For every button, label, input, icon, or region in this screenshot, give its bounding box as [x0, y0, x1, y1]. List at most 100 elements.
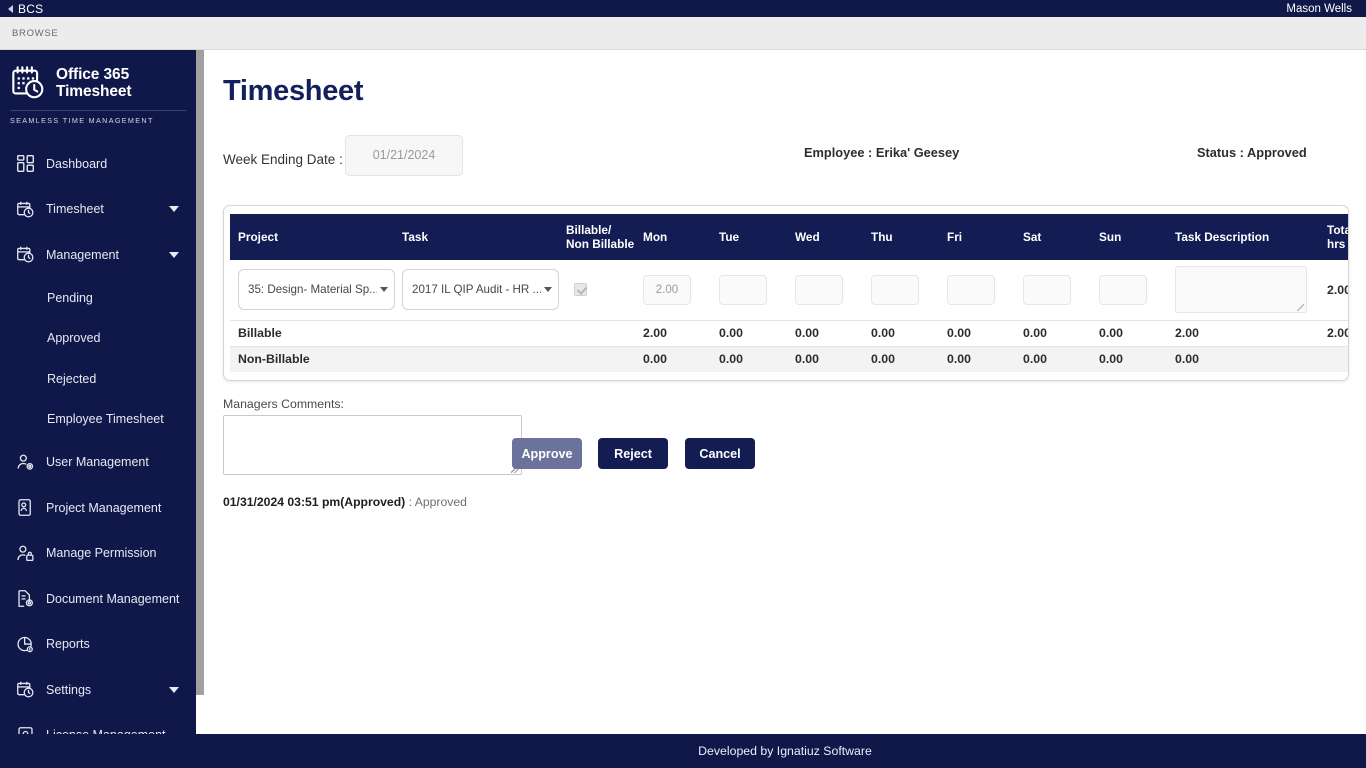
- task-select[interactable]: 2017 IL QIP Audit - HR ...: [402, 269, 559, 310]
- cell-summary-fri: 0.00: [939, 346, 1015, 372]
- cell-summary-thu: 0.00: [863, 346, 939, 372]
- managers-comments-textarea[interactable]: [223, 415, 522, 475]
- sidebar-item-label: Management: [46, 248, 119, 262]
- suite-title[interactable]: BCS: [18, 2, 43, 16]
- footer: Developed by Ignatiuz Software: [204, 734, 1366, 768]
- chevron-down-icon: [380, 287, 388, 292]
- current-user-label[interactable]: Mason Wells: [1286, 3, 1358, 15]
- table-row-nonbillable-summary: Non-Billable 0.00 0.00 0.00 0.00 0.00 0.…: [230, 346, 1349, 372]
- project-select[interactable]: 35: Design- Material Sp...: [238, 269, 395, 310]
- cell-summary-tue: 0.00: [711, 320, 787, 346]
- cell-wed: [787, 260, 863, 320]
- sidebar-item-label: Rejected: [47, 372, 96, 386]
- cell-summary-total: [1319, 346, 1349, 372]
- th-task: Task: [394, 214, 558, 260]
- chevron-down-icon[interactable]: [169, 687, 179, 693]
- cell-summary-sat: 0.00: [1015, 320, 1091, 346]
- sidebar-item-label: Manage Permission: [46, 546, 156, 560]
- cell-summary-mon: 0.00: [635, 346, 711, 372]
- sidebar-item-manage-permission[interactable]: Manage Permission: [0, 531, 204, 577]
- app-logo-line1: Office 365: [56, 66, 129, 83]
- app-logo-line2: Timesheet: [56, 83, 132, 100]
- sidebar-scrollbar-track[interactable]: [196, 50, 204, 768]
- approve-button[interactable]: Approve: [512, 438, 582, 469]
- calendar-clock-icon: [14, 198, 36, 220]
- week-ending-date-input[interactable]: 01/21/2024: [345, 135, 463, 176]
- th-thu: Thu: [863, 214, 939, 260]
- cell-sun: [1091, 260, 1167, 320]
- sidebar-item-reports[interactable]: Reports: [0, 622, 204, 668]
- reject-button[interactable]: Reject: [598, 438, 668, 469]
- th-tue: Tue: [711, 214, 787, 260]
- th-sat: Sat: [1015, 214, 1091, 260]
- cell-row-total: 2.00: [1319, 260, 1349, 320]
- cell-project: 35: Design- Material Sp...: [230, 260, 394, 320]
- chevron-down-icon[interactable]: [169, 252, 179, 258]
- hours-input-thu[interactable]: [871, 275, 919, 305]
- cell-summary-task: [394, 320, 558, 346]
- audit-history-line: 01/31/2024 03:51 pm(Approved) : Approved: [223, 495, 467, 509]
- sidebar-item-project-management[interactable]: Project Management: [0, 485, 204, 531]
- app-logo-text: Office 365 Timesheet: [56, 66, 132, 100]
- cell-summary-mon: 2.00: [635, 320, 711, 346]
- sidebar-item-settings[interactable]: Settings: [0, 667, 204, 713]
- hours-input-sat[interactable]: [1023, 275, 1071, 305]
- cell-summary-sat: 0.00: [1015, 346, 1091, 372]
- sidebar-item-dashboard[interactable]: Dashboard: [0, 141, 204, 187]
- hours-input-mon[interactable]: 2.00: [643, 275, 691, 305]
- timesheet-table-head: Project Task Billable/ Non Billable Mon …: [230, 214, 1349, 260]
- hours-input-sun[interactable]: [1099, 275, 1147, 305]
- chevron-down-icon[interactable]: [169, 206, 179, 212]
- sidebar-item-label: Reports: [46, 637, 90, 651]
- sidebar: Office 365 Timesheet SEAMLESS TIME MANAG…: [0, 50, 204, 768]
- page-title: Timesheet: [223, 75, 363, 108]
- sidebar-item-approved[interactable]: Approved: [0, 318, 204, 359]
- tab-browse[interactable]: BROWSE: [0, 28, 58, 39]
- cell-summary-label: Non-Billable: [230, 346, 394, 372]
- app-logo-top: Office 365 Timesheet: [10, 64, 196, 102]
- cell-summary-sun: 0.00: [1091, 320, 1167, 346]
- cell-summary-tue: 0.00: [711, 346, 787, 372]
- sidebar-item-label: Approved: [47, 331, 101, 345]
- cell-sat: [1015, 260, 1091, 320]
- sidebar-item-pending[interactable]: Pending: [0, 278, 204, 319]
- th-fri: Fri: [939, 214, 1015, 260]
- cell-summary-wed: 0.00: [787, 320, 863, 346]
- cell-tue: [711, 260, 787, 320]
- hours-input-fri[interactable]: [947, 275, 995, 305]
- cell-summary-fri: 0.00: [939, 320, 1015, 346]
- calendar-clock-icon: [14, 679, 36, 701]
- task-description-textarea[interactable]: [1175, 266, 1307, 313]
- table-row-billable-summary: Billable 2.00 0.00 0.00 0.00 0.00 0.00 0…: [230, 320, 1349, 346]
- suite-bar-left: BCS: [8, 2, 43, 16]
- task-select-value: 2017 IL QIP Audit - HR ...: [412, 283, 541, 296]
- hours-input-tue[interactable]: [719, 275, 767, 305]
- cell-summary-total: 2.00: [1319, 320, 1349, 346]
- sidebar-item-rejected[interactable]: Rejected: [0, 359, 204, 400]
- timesheet-meta-row: Week Ending Date : 01/21/2024: [204, 135, 1366, 190]
- sidebar-item-user-management[interactable]: User Management: [0, 440, 204, 486]
- sidebar-item-timesheet[interactable]: Timesheet: [0, 187, 204, 233]
- sidebar-item-document-management[interactable]: Document Management: [0, 576, 204, 622]
- sidebar-item-label: Project Management: [46, 501, 161, 515]
- th-project: Project: [230, 214, 394, 260]
- cell-fri: [939, 260, 1015, 320]
- employee-name-label: Employee : Erika' Geesey: [804, 145, 959, 160]
- cancel-button[interactable]: Cancel: [685, 438, 755, 469]
- back-arrow-icon[interactable]: [8, 5, 13, 13]
- sidebar-item-label: Pending: [47, 291, 93, 305]
- sidebar-item-employee-timesheet[interactable]: Employee Timesheet: [0, 399, 204, 440]
- cell-summary-label: Billable: [230, 320, 394, 346]
- sidebar-scrollbar-thumb[interactable]: [196, 50, 204, 695]
- billable-checkbox[interactable]: [574, 283, 587, 296]
- cell-billable: [558, 260, 635, 320]
- timesheet-table: Project Task Billable/ Non Billable Mon …: [230, 214, 1349, 372]
- hours-input-wed[interactable]: [795, 275, 843, 305]
- week-ending-date-label: Week Ending Date :: [223, 152, 343, 167]
- app-logo-tagline: SEAMLESS TIME MANAGEMENT: [10, 110, 186, 125]
- managers-comments-label: Managers Comments:: [223, 397, 344, 411]
- sidebar-item-management[interactable]: Management: [0, 232, 204, 278]
- audit-suffix: : Approved: [405, 495, 467, 509]
- cell-summary-description: 2.00: [1167, 320, 1319, 346]
- cell-summary-wed: 0.00: [787, 346, 863, 372]
